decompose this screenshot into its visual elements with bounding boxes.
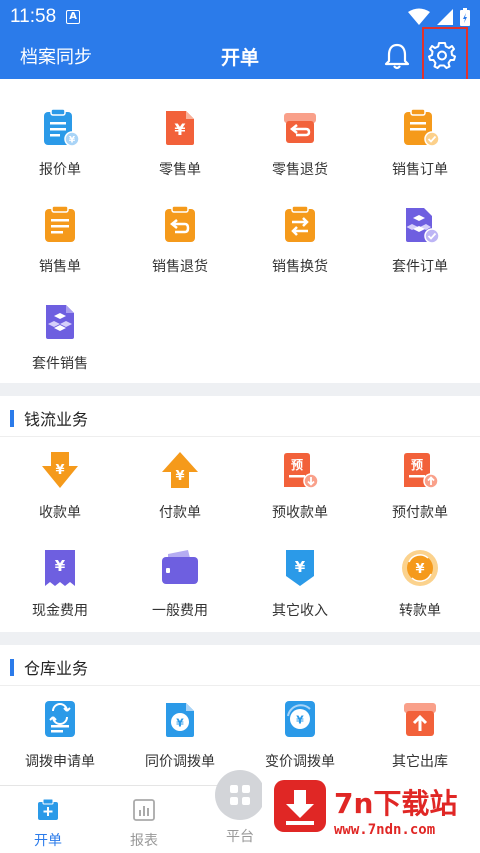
item-label: 转款单 xyxy=(399,603,441,619)
grid-item-sales-slip[interactable]: 销售单 xyxy=(0,204,120,276)
svg-text:¥: ¥ xyxy=(296,714,304,727)
tab-order[interactable]: 开单 xyxy=(18,798,78,850)
item-label: 销售退货 xyxy=(152,259,208,275)
receipt-icon: ¥ xyxy=(42,452,78,488)
svg-text:¥: ¥ xyxy=(415,562,424,577)
sales-exchange-icon xyxy=(285,205,315,242)
grid-item-payment[interactable]: ¥ 付款单 xyxy=(120,450,240,522)
grid-item-quotation[interactable]: ¥ 报价单 xyxy=(0,107,120,179)
grid-item-transfer[interactable]: ¥ 转款单 xyxy=(360,548,480,620)
grid-item-other-income[interactable]: ¥ 其它收入 xyxy=(240,548,360,620)
grid-item-advance-receipt[interactable]: 预 预收款单 xyxy=(240,450,360,522)
bundle-sale-icon xyxy=(46,305,74,339)
wallet-icon xyxy=(162,550,198,584)
sales-slip-icon xyxy=(45,205,75,242)
sales-section: ¥ 报价单 ¥ 零售单 零售退货 销售订单 销售单 销售退货 销售换货 套件订单… xyxy=(0,79,480,383)
item-label: 报价单 xyxy=(39,162,81,178)
item-label: 零售单 xyxy=(159,162,201,178)
svg-text:¥: ¥ xyxy=(55,557,66,575)
same-price-transfer-icon: ¥ xyxy=(166,703,194,737)
section-title: 钱流业务 xyxy=(10,408,88,429)
report-icon xyxy=(133,799,155,821)
grid-item-sales-order[interactable]: 销售订单 xyxy=(360,107,480,179)
item-label: 套件销售 xyxy=(32,356,88,372)
grid-item-retail-order[interactable]: ¥ 零售单 xyxy=(120,107,240,179)
grid-item-sales-exchange[interactable]: 销售换货 xyxy=(240,204,360,276)
tab-report[interactable]: 报表 xyxy=(114,798,174,850)
grid-item-retail-return[interactable]: 零售退货 xyxy=(240,107,360,179)
status-time: 11:58 xyxy=(10,5,57,27)
quotation-icon: ¥ xyxy=(44,108,80,147)
platform-float-button[interactable] xyxy=(215,770,265,820)
transfer-icon: ¥ xyxy=(402,550,438,586)
grid-item-other-outbound[interactable]: 其它出库 xyxy=(360,699,480,771)
item-label: 零售退货 xyxy=(272,162,328,178)
signal-icon xyxy=(437,8,453,25)
item-label: 销售单 xyxy=(39,259,81,275)
section-title: 仓库业务 xyxy=(10,657,88,678)
svg-text:预: 预 xyxy=(411,458,423,472)
payment-icon: ¥ xyxy=(162,452,198,488)
item-label: 预付款单 xyxy=(392,505,448,521)
retail-return-icon xyxy=(284,113,316,143)
warehouse-section: 仓库业务 调拨申请单 ¥ 同价调拨单 ¥ 变价调拨单 其它出库 xyxy=(0,645,480,785)
svg-text:¥: ¥ xyxy=(176,717,184,730)
item-label: 其它收入 xyxy=(272,603,328,619)
download-logo-icon xyxy=(274,780,326,832)
watermark-url: www.7ndn.com xyxy=(334,822,436,838)
grid-icon xyxy=(230,785,250,805)
battery-icon xyxy=(460,7,470,26)
svg-text:¥: ¥ xyxy=(175,469,184,484)
status-bar: 11:58 A xyxy=(0,0,480,33)
svg-text:预: 预 xyxy=(291,458,303,472)
item-label: 套件订单 xyxy=(392,259,448,275)
cash-flow-section: 钱流业务 ¥ 收款单 ¥ 付款单 预 预收款单 预 预付款单 ¥ 现金费用 一般… xyxy=(0,396,480,632)
tab-platform[interactable]: 平台 xyxy=(210,826,270,846)
retail-order-icon: ¥ xyxy=(166,111,194,145)
watermark-title: 7n下载站 xyxy=(334,787,458,820)
grid-item-sales-return[interactable]: 销售退货 xyxy=(120,204,240,276)
transfer-request-icon xyxy=(45,701,75,737)
header: 档案同步 开单 xyxy=(0,33,480,79)
grid-item-price-change-transfer[interactable]: ¥ 变价调拨单 xyxy=(240,699,360,771)
grid-item-receipt[interactable]: ¥ 收款单 xyxy=(0,450,120,522)
sales-order-icon xyxy=(404,108,440,147)
item-label: 现金费用 xyxy=(32,603,88,619)
grid-item-same-price-transfer[interactable]: ¥ 同价调拨单 xyxy=(120,699,240,771)
order-icon xyxy=(38,798,58,820)
archive-sync-button[interactable]: 档案同步 xyxy=(20,43,92,69)
svg-text:¥: ¥ xyxy=(55,463,64,478)
status-badge: A xyxy=(66,9,81,24)
advance-payment-icon: 预 xyxy=(404,453,439,489)
item-label: 调拨申请单 xyxy=(25,754,95,770)
item-label: 同价调拨单 xyxy=(145,754,215,770)
item-label: 预收款单 xyxy=(272,505,328,521)
item-label: 付款单 xyxy=(159,505,201,521)
grid-item-bundle-order[interactable]: 套件订单 xyxy=(360,204,480,276)
bell-icon[interactable] xyxy=(384,42,410,70)
watermark: 7n下载站 www.7ndn.com xyxy=(262,768,480,853)
price-change-transfer-icon: ¥ xyxy=(285,701,315,737)
bundle-order-icon xyxy=(406,208,440,244)
grid-item-general-expense[interactable]: 一般费用 xyxy=(120,548,240,620)
advance-receipt-icon: 预 xyxy=(284,453,319,489)
item-label: 销售订单 xyxy=(392,162,448,178)
item-label: 收款单 xyxy=(39,505,81,521)
grid-item-cash-expense[interactable]: ¥ 现金费用 xyxy=(0,548,120,620)
svg-text:¥: ¥ xyxy=(69,136,76,146)
other-outbound-icon xyxy=(404,703,436,736)
cash-expense-icon: ¥ xyxy=(45,550,75,586)
grid-item-bundle-sale[interactable]: 套件销售 xyxy=(0,301,120,373)
other-income-icon: ¥ xyxy=(286,550,314,586)
item-label: 销售换货 xyxy=(272,259,328,275)
wifi-icon xyxy=(408,8,430,25)
item-label: 一般费用 xyxy=(152,603,208,619)
sales-return-icon xyxy=(165,205,195,242)
svg-text:¥: ¥ xyxy=(174,120,185,139)
grid-item-advance-payment[interactable]: 预 预付款单 xyxy=(360,450,480,522)
grid-item-transfer-request[interactable]: 调拨申请单 xyxy=(0,699,120,771)
svg-text:¥: ¥ xyxy=(295,558,306,576)
settings-highlight-box xyxy=(422,27,468,87)
